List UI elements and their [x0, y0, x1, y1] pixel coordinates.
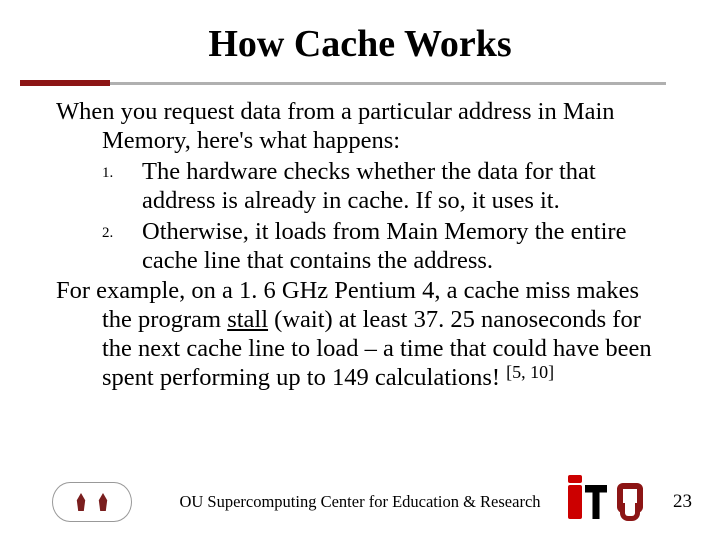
- footer-text: OU Supercomputing Center for Education &…: [132, 492, 568, 512]
- body-text: When you request data from a particular …: [0, 98, 720, 393]
- oscer-logo: [52, 482, 132, 522]
- rule-gray: [20, 82, 666, 85]
- footer: OU Supercomputing Center for Education &…: [0, 478, 720, 526]
- it-logo-t-icon: [585, 485, 607, 519]
- horse-icon: [96, 493, 110, 511]
- list-text: The hardware checks whether the data for…: [142, 158, 662, 216]
- ou-logo: [615, 483, 645, 521]
- list-number: 2.: [102, 218, 142, 276]
- it-logo: [568, 485, 607, 519]
- example-paragraph: For example, on a 1. 6 GHz Pentium 4, a …: [56, 277, 662, 393]
- list-text: Otherwise, it loads from Main Memory the…: [142, 218, 662, 276]
- page-number: 23: [673, 491, 692, 513]
- list-item: 1. The hardware checks whether the data …: [102, 158, 662, 216]
- footer-logos: [568, 483, 645, 521]
- ou-logo-u-icon: [620, 503, 640, 521]
- horse-icon: [74, 493, 88, 511]
- citation-refs: [5, 10]: [506, 362, 554, 382]
- it-logo-i-icon: [568, 485, 582, 519]
- rule-accent: [20, 80, 110, 86]
- list-item: 2. Otherwise, it loads from Main Memory …: [102, 218, 662, 276]
- intro-paragraph: When you request data from a particular …: [56, 98, 662, 156]
- slide-title: How Cache Works: [0, 0, 720, 74]
- list-number: 1.: [102, 158, 142, 216]
- slide: How Cache Works When you request data fr…: [0, 0, 720, 540]
- example-underlined: stall: [227, 306, 268, 333]
- title-rule: [20, 76, 666, 88]
